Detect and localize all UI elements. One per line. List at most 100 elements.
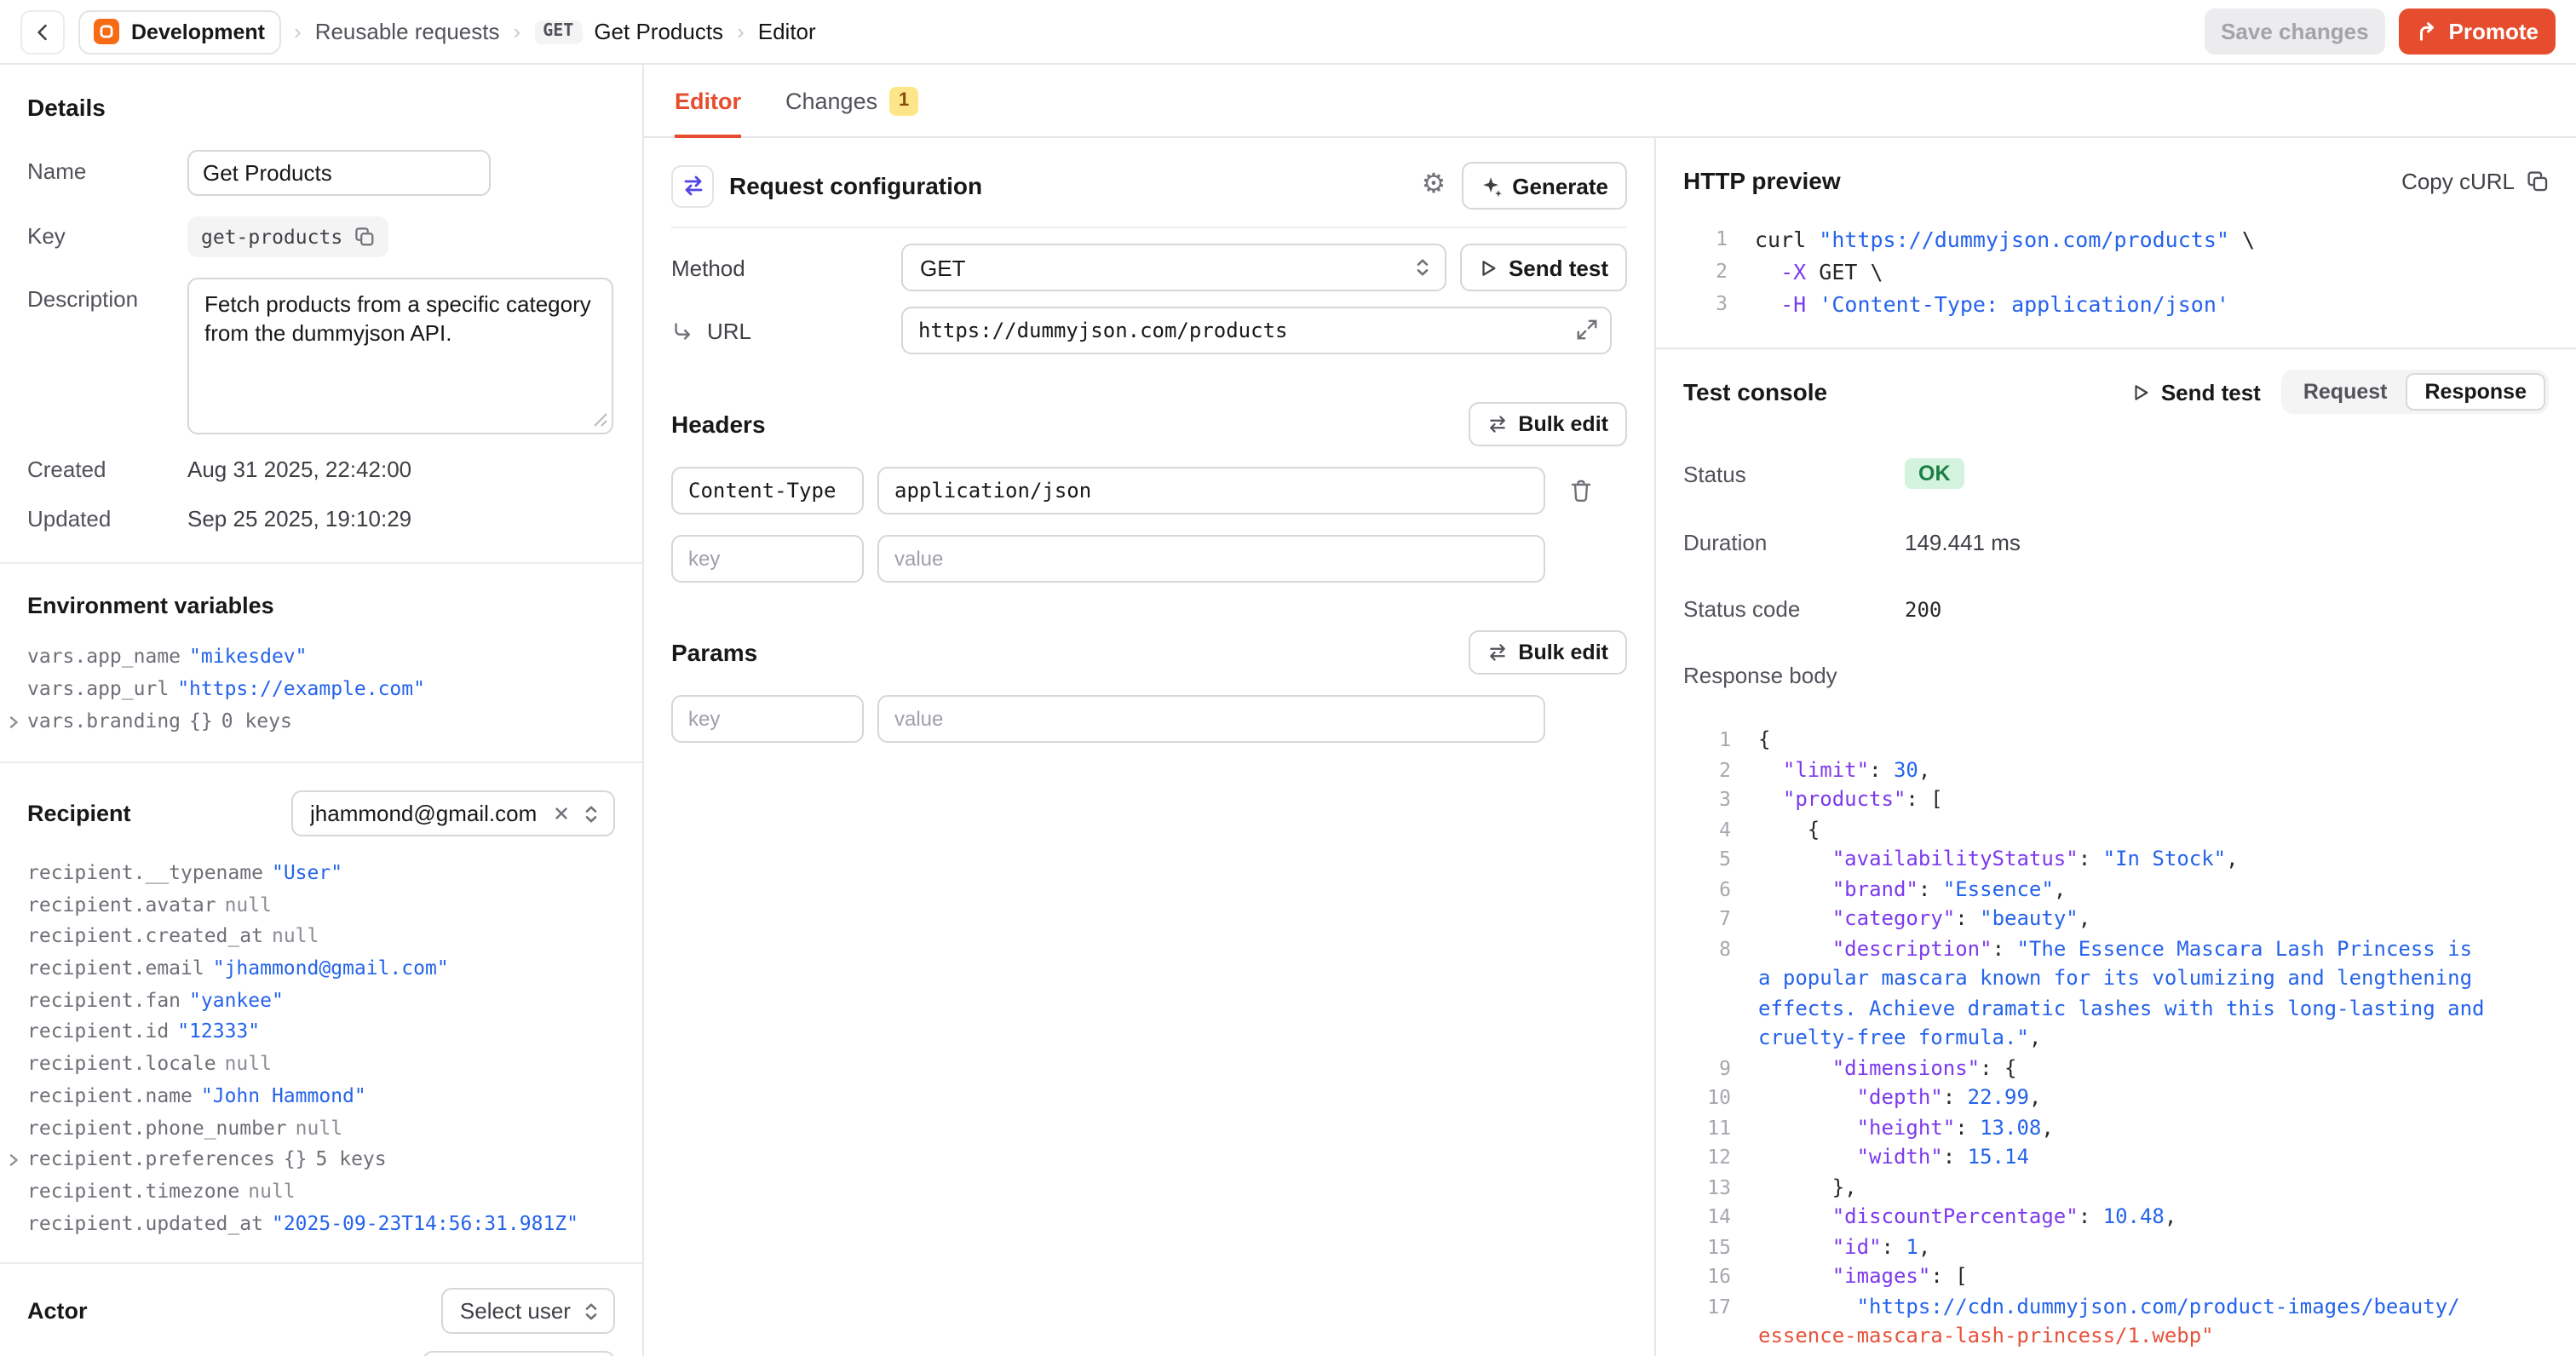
variable-name: recipient.email xyxy=(27,952,204,984)
trash-icon[interactable] xyxy=(1569,479,1593,503)
http-preview-header: HTTP preview Copy cURL xyxy=(1683,162,2549,199)
promote-label: Promote xyxy=(2449,19,2539,44)
console-send-test-button[interactable]: Send test xyxy=(2132,379,2261,405)
code-text: "availabilityStatus": "In Stock", xyxy=(1758,845,2239,875)
copy-key-icon[interactable] xyxy=(354,227,375,247)
description-label: Description xyxy=(27,278,187,434)
request-tab[interactable]: Request xyxy=(2285,373,2406,411)
variable-value: {} xyxy=(284,1143,308,1175)
save-changes-button[interactable]: Save changes xyxy=(2204,9,2385,55)
send-test-button[interactable]: Send test xyxy=(1461,244,1627,291)
line-number: 6 xyxy=(1683,875,1731,905)
method-label: Method xyxy=(671,255,901,280)
variable-row: recipient.updated_at"2025-09-23T14:56:31… xyxy=(27,1207,615,1238)
code-line: 13 }, xyxy=(1683,1173,2549,1203)
environment-icon xyxy=(94,19,119,44)
line-number: 3 xyxy=(1683,785,1731,815)
recipient-variables-list: recipient.__typename"User"recipient.avat… xyxy=(27,857,615,1239)
generate-button[interactable]: Generate xyxy=(1461,162,1627,210)
variable-value: "2025-09-23T14:56:31.981Z" xyxy=(272,1207,578,1238)
body-row: Details Name Key get-products Descriptio… xyxy=(0,65,2576,1356)
header-row xyxy=(671,467,1627,514)
code-text: "discountPercentage": 10.48, xyxy=(1758,1203,2176,1232)
expand-chevron-icon[interactable] xyxy=(7,1152,20,1166)
breadcrumb-separator: › xyxy=(514,19,521,44)
expand-chevron-icon[interactable] xyxy=(7,715,20,728)
resize-handle-icon[interactable] xyxy=(593,412,608,428)
code-text: "width": 15.14 xyxy=(1758,1143,2029,1173)
variable-keys-count: 5 keys xyxy=(316,1143,387,1175)
key-chip: get-products xyxy=(187,216,388,257)
code-text: effects. Achieve dramatic lashes with th… xyxy=(1758,994,2485,1024)
code-line: essence-mascara-lash-princess/1.webp" xyxy=(1683,1322,2549,1352)
play-icon xyxy=(2132,382,2151,401)
corner-down-right-icon xyxy=(671,319,693,342)
response-tab[interactable]: Response xyxy=(2406,373,2546,411)
code-text: curl "https://dummyjson.com/products" \ xyxy=(1755,223,2255,256)
variable-row: recipient.fan"yankee" xyxy=(27,985,615,1016)
variable-row: vars.app_name"mikesdev" xyxy=(27,641,615,673)
variable-name: recipient.name xyxy=(27,1080,193,1112)
tenant-select[interactable]: Select tenant xyxy=(423,1352,615,1356)
variable-value: null xyxy=(225,1048,272,1079)
breadcrumb-separator: › xyxy=(737,19,745,44)
recipient-select[interactable]: jhammond@gmail.com xyxy=(291,790,615,836)
swap-arrows-icon xyxy=(671,164,714,207)
promote-branch-icon xyxy=(2417,20,2439,43)
actor-select[interactable]: Select user xyxy=(441,1289,615,1335)
header-key-input[interactable] xyxy=(671,535,864,583)
breadcrumb-reusable-requests[interactable]: Reusable requests xyxy=(315,19,500,44)
updated-value: Sep 25 2025, 19:10:29 xyxy=(187,504,411,535)
header-value-input[interactable] xyxy=(877,535,1545,583)
param-value-input[interactable] xyxy=(877,695,1545,743)
url-input[interactable] xyxy=(901,307,1612,354)
header-value-input[interactable] xyxy=(877,467,1545,514)
clear-recipient-icon[interactable] xyxy=(552,804,571,823)
status-code-row: Status code 200 xyxy=(1683,596,2549,622)
headers-title: Headers xyxy=(671,411,766,438)
tab-editor[interactable]: Editor xyxy=(675,65,741,136)
divider xyxy=(1656,348,2576,349)
back-button[interactable] xyxy=(20,9,65,54)
line-number: 11 xyxy=(1683,1113,1731,1143)
param-key-input[interactable] xyxy=(671,695,864,743)
method-select[interactable]: GET xyxy=(901,244,1446,291)
description-textarea[interactable]: Fetch products from a specific category … xyxy=(187,278,613,434)
method-value: GET xyxy=(920,255,965,280)
divider xyxy=(0,1263,642,1265)
variable-value: null xyxy=(272,921,319,952)
content-column: Editor Changes 1 Request configuration ⚙ xyxy=(644,65,2576,1356)
headers-bulk-edit-button[interactable]: Bulk edit xyxy=(1469,402,1627,446)
line-number: 12 xyxy=(1683,1143,1731,1173)
line-number: 2 xyxy=(1683,256,1728,288)
code-line: 17 "https://cdn.dummyjson.com/product-im… xyxy=(1683,1292,2549,1322)
params-bulk-edit-button[interactable]: Bulk edit xyxy=(1469,630,1627,675)
breadcrumb-request[interactable]: GET Get Products xyxy=(534,19,723,44)
header-key-input[interactable] xyxy=(671,467,864,514)
request-config-title: Request configuration xyxy=(729,172,982,199)
code-text: "depth": 22.99, xyxy=(1758,1083,2041,1113)
test-console-header: Test console Send test Request Response xyxy=(1683,370,2549,414)
code-text: essence-mascara-lash-princess/1.webp" xyxy=(1758,1322,2214,1352)
tab-changes[interactable]: Changes 1 xyxy=(785,65,918,136)
details-sidebar: Details Name Key get-products Descriptio… xyxy=(0,65,644,1356)
environment-switcher[interactable]: Development xyxy=(78,9,280,54)
select-chevrons-icon xyxy=(581,803,601,824)
variable-row: recipient.email"jhammond@gmail.com" xyxy=(27,952,615,984)
duration-value: 149.441 ms xyxy=(1905,530,2021,555)
line-number: 5 xyxy=(1683,845,1731,875)
key-field-row: Key get-products xyxy=(27,216,615,257)
code-text: "images": [ xyxy=(1758,1262,1968,1292)
variable-keys-count: 0 keys xyxy=(221,705,292,738)
copy-curl-button[interactable]: Copy cURL xyxy=(2401,168,2549,193)
code-line: 9 "dimensions": { xyxy=(1683,1054,2549,1083)
updated-row: Updated Sep 25 2025, 19:10:29 xyxy=(27,504,615,535)
environment-variables-list: vars.app_name"mikesdev"vars.app_url"http… xyxy=(27,641,615,738)
details-fields: Name Key get-products Description Fetch … xyxy=(27,150,615,535)
code-line: effects. Achieve dramatic lashes with th… xyxy=(1683,994,2549,1024)
name-input[interactable] xyxy=(187,150,491,196)
code-text: "brand": "Essence", xyxy=(1758,875,2066,905)
promote-button[interactable]: Promote xyxy=(2400,9,2556,55)
expand-icon[interactable] xyxy=(1576,319,1598,341)
gear-icon[interactable]: ⚙ xyxy=(1422,172,1446,199)
